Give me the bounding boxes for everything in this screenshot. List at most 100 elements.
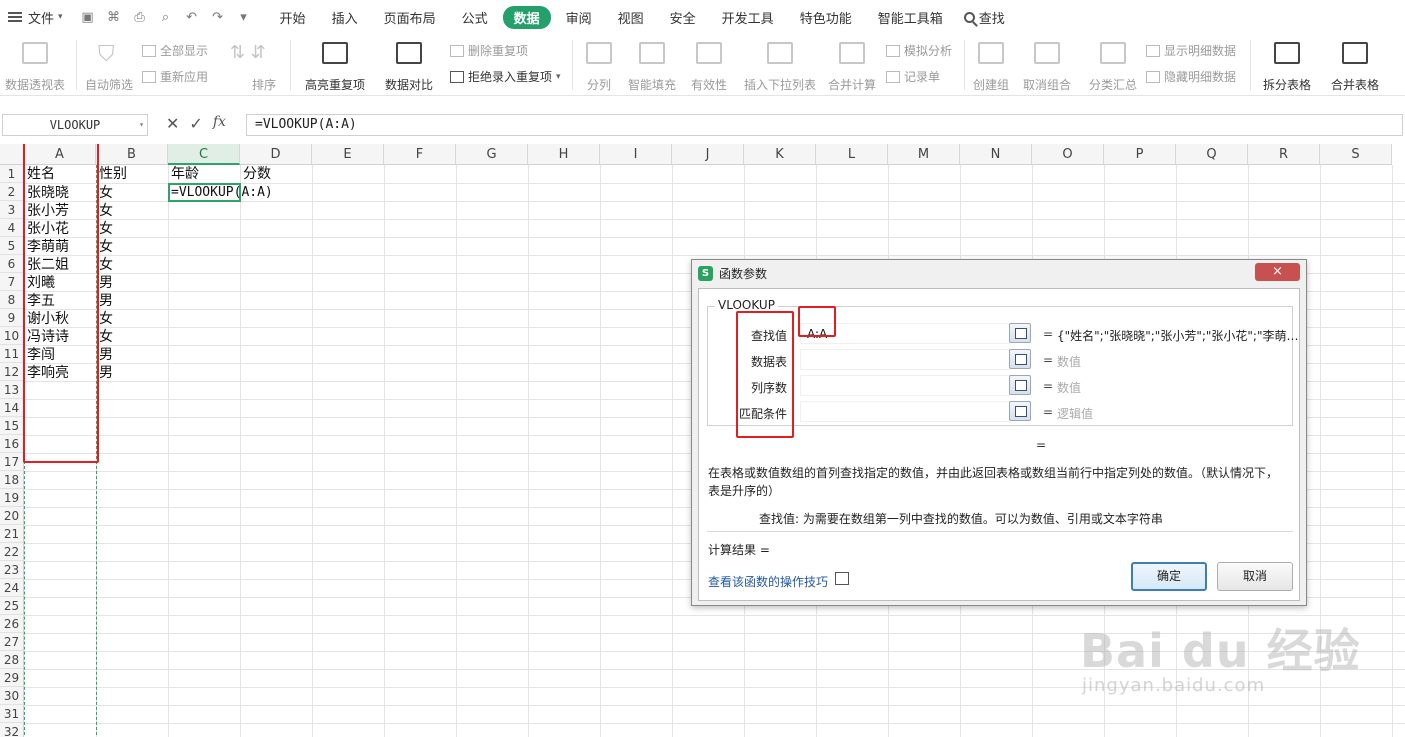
- tab-developer[interactable]: 开发工具: [711, 6, 785, 29]
- arg-input-table-array[interactable]: [800, 349, 1010, 370]
- smart-fill-button[interactable]: 智能填充: [624, 40, 680, 96]
- range-select-icon[interactable]: [1009, 349, 1031, 369]
- record-form-button[interactable]: 记录单: [886, 68, 940, 85]
- cancel-icon[interactable]: ✕: [166, 114, 179, 133]
- function-tips-link[interactable]: 查看该函数的操作技巧: [708, 573, 828, 590]
- insert-dropdown-list-button[interactable]: 插入下拉列表: [740, 40, 820, 96]
- subtotal-button[interactable]: 分类汇总: [1084, 40, 1142, 96]
- column-header-n[interactable]: N: [960, 144, 1032, 165]
- row-header-29[interactable]: 29: [0, 669, 24, 687]
- redo-icon[interactable]: ↷: [209, 10, 227, 25]
- tab-home[interactable]: 开始: [269, 6, 317, 29]
- tab-security[interactable]: 安全: [659, 6, 707, 29]
- column-header-g[interactable]: G: [456, 144, 528, 165]
- row-header-3[interactable]: 3: [0, 201, 24, 219]
- row-header-13[interactable]: 13: [0, 381, 24, 399]
- remove-duplicates-button[interactable]: 删除重复项: [450, 42, 528, 59]
- column-header-f[interactable]: F: [384, 144, 456, 165]
- row-header-4[interactable]: 4: [0, 219, 24, 237]
- row-header-16[interactable]: 16: [0, 435, 24, 453]
- cancel-button[interactable]: 取消: [1217, 562, 1293, 591]
- formula-input[interactable]: =VLOOKUP(A:A): [246, 114, 1403, 136]
- ungroup-button[interactable]: 取消组合: [1016, 40, 1078, 96]
- column-header-p[interactable]: P: [1104, 144, 1176, 165]
- tab-view[interactable]: 视图: [607, 6, 655, 29]
- row-header-28[interactable]: 28: [0, 651, 24, 669]
- text-to-columns-button[interactable]: 分列: [578, 40, 620, 96]
- row-header-32[interactable]: 32: [0, 723, 24, 737]
- row-header-2[interactable]: 2: [0, 183, 24, 201]
- arg-input-range-lookup[interactable]: [800, 401, 1010, 422]
- hide-detail-button[interactable]: 隐藏明细数据: [1146, 68, 1236, 85]
- column-header-b[interactable]: B: [96, 144, 168, 165]
- row-header-11[interactable]: 11: [0, 345, 24, 363]
- ok-button[interactable]: 确定: [1131, 562, 1207, 591]
- cell-d1[interactable]: 分数: [240, 165, 271, 183]
- tab-smart-toolbox[interactable]: 智能工具箱: [867, 6, 954, 29]
- row-header-31[interactable]: 31: [0, 705, 24, 723]
- what-if-analysis-button[interactable]: 模拟分析: [886, 42, 952, 59]
- close-button[interactable]: ×: [1255, 263, 1300, 281]
- row-header-20[interactable]: 20: [0, 507, 24, 525]
- row-header-15[interactable]: 15: [0, 417, 24, 435]
- arg-input-col-index[interactable]: [800, 375, 1010, 396]
- autofilter-button[interactable]: ⛉ 自动筛选: [80, 40, 138, 96]
- tab-special[interactable]: 特色功能: [789, 6, 863, 29]
- reapply-button[interactable]: 重新应用: [142, 68, 208, 85]
- create-group-button[interactable]: 创建组: [970, 40, 1012, 96]
- row-header-26[interactable]: 26: [0, 615, 24, 633]
- print-icon[interactable]: ⎙: [131, 10, 149, 25]
- column-header-r[interactable]: R: [1248, 144, 1320, 165]
- pivot-table-button[interactable]: 数据透视表: [2, 40, 68, 96]
- column-header-e[interactable]: E: [312, 144, 384, 165]
- row-header-5[interactable]: 5: [0, 237, 24, 255]
- row-header-9[interactable]: 9: [0, 309, 24, 327]
- consolidate-button[interactable]: 合并计算: [824, 40, 880, 96]
- merge-table-button[interactable]: 合并表格: [1324, 40, 1386, 96]
- row-header-25[interactable]: 25: [0, 597, 24, 615]
- row-header-6[interactable]: 6: [0, 255, 24, 273]
- column-header-j[interactable]: J: [672, 144, 744, 165]
- print-preview-icon[interactable]: ⌕: [157, 10, 175, 25]
- undo-icon[interactable]: ↶: [183, 10, 201, 25]
- row-header-1[interactable]: 1: [0, 165, 24, 183]
- show-detail-button[interactable]: 显示明细数据: [1146, 42, 1236, 59]
- format-painter-icon[interactable]: ⌘: [105, 10, 123, 25]
- range-select-icon[interactable]: [1009, 401, 1031, 421]
- range-select-icon[interactable]: [1009, 323, 1031, 343]
- column-header-k[interactable]: K: [744, 144, 816, 165]
- sort-button[interactable]: ⇅ ⇵ 排序: [224, 40, 284, 96]
- column-header-h[interactable]: H: [528, 144, 600, 165]
- row-header-7[interactable]: 7: [0, 273, 24, 291]
- column-header-s[interactable]: S: [1320, 144, 1392, 165]
- save-icon[interactable]: ▣: [79, 10, 97, 25]
- column-header-i[interactable]: I: [600, 144, 672, 165]
- tab-formulas[interactable]: 公式: [451, 6, 499, 29]
- show-all-button[interactable]: 全部显示: [142, 42, 208, 59]
- row-header-17[interactable]: 17: [0, 453, 24, 471]
- column-header-d[interactable]: D: [240, 144, 312, 165]
- row-header-21[interactable]: 21: [0, 525, 24, 543]
- search-command[interactable]: 查找: [956, 8, 1013, 27]
- range-select-icon[interactable]: [1009, 375, 1031, 395]
- confirm-icon[interactable]: ✓: [189, 114, 202, 133]
- tab-data[interactable]: 数据: [502, 5, 551, 29]
- validity-button[interactable]: 有效性: [684, 40, 734, 96]
- select-all-corner[interactable]: [0, 144, 24, 165]
- column-header-l[interactable]: L: [816, 144, 888, 165]
- data-compare-button[interactable]: 数据对比: [378, 40, 440, 96]
- customize-dropdown-icon[interactable]: ▾: [235, 10, 253, 25]
- name-box[interactable]: VLOOKUP ▾: [2, 114, 148, 136]
- dialog-title-bar[interactable]: S 函数参数 ×: [692, 260, 1306, 287]
- tab-insert[interactable]: 插入: [321, 6, 369, 29]
- row-header-14[interactable]: 14: [0, 399, 24, 417]
- insert-function-icon[interactable]: fx: [213, 114, 226, 133]
- split-table-button[interactable]: 拆分表格: [1256, 40, 1318, 96]
- tab-review[interactable]: 审阅: [555, 6, 603, 29]
- row-header-10[interactable]: 10: [0, 327, 24, 345]
- file-menu[interactable]: 文件 ▾: [0, 0, 71, 34]
- reject-duplicates-button[interactable]: 拒绝录入重复项 ▾: [450, 68, 561, 85]
- cell-b1[interactable]: 性别: [96, 165, 127, 183]
- row-header-19[interactable]: 19: [0, 489, 24, 507]
- row-header-8[interactable]: 8: [0, 291, 24, 309]
